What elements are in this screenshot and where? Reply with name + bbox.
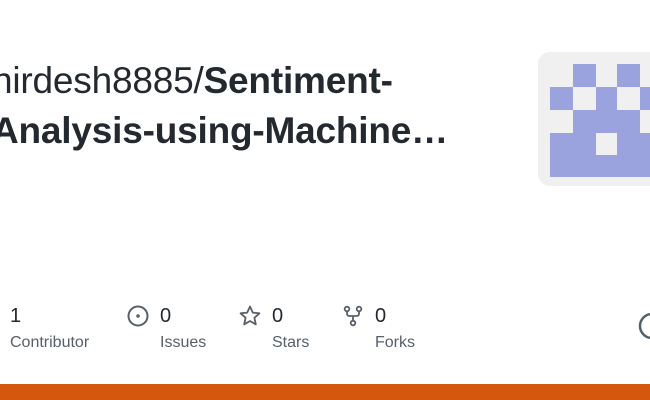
language-color-bar xyxy=(0,384,650,400)
identicon-cell xyxy=(617,133,650,155)
identicon-cell xyxy=(573,110,596,133)
github-mark-icon xyxy=(638,312,650,340)
owner-avatar-identicon[interactable] xyxy=(538,52,650,186)
identicon-cell xyxy=(550,87,573,110)
repo-separator: / xyxy=(193,60,204,101)
repo-social-card: hirdesh8885/Sentiment- Analysis-using-Ma… xyxy=(0,0,650,400)
identicon-cell xyxy=(573,64,596,87)
identicon-cell xyxy=(596,110,617,133)
repo-forked-icon xyxy=(343,305,363,327)
repo-title-line-1: hirdesh8885/Sentiment- xyxy=(0,56,492,106)
repo-stats: 1 Contributor 0 Issues 0 Stars 0 Forks xyxy=(0,300,650,360)
repo-owner[interactable]: hirdesh8885 xyxy=(0,60,194,101)
stars-label: Stars xyxy=(272,334,310,351)
identicon-cell xyxy=(640,87,650,110)
identicon-gap xyxy=(596,133,617,155)
issues-count: 0 xyxy=(160,305,172,327)
identicon-cell xyxy=(596,87,617,110)
forks-label: Forks xyxy=(375,334,415,351)
repo-name-part-1[interactable]: Sentiment- xyxy=(204,60,393,101)
identicon-cell xyxy=(550,133,596,155)
contributors-count: 1 xyxy=(10,305,22,327)
forks-count: 0 xyxy=(375,305,387,327)
repo-name-part-2[interactable]: Analysis-using-Machine… xyxy=(0,106,492,156)
repo-title[interactable]: hirdesh8885/Sentiment- Analysis-using-Ma… xyxy=(0,56,492,156)
contributors-label: Contributor xyxy=(10,334,90,351)
issues-label: Issues xyxy=(160,334,207,351)
identicon-cell xyxy=(617,64,640,87)
identicon-cell xyxy=(617,110,640,133)
issue-opened-icon xyxy=(127,305,149,327)
star-icon xyxy=(239,305,261,326)
stars-count: 0 xyxy=(272,305,284,327)
identicon-cell xyxy=(550,155,650,177)
